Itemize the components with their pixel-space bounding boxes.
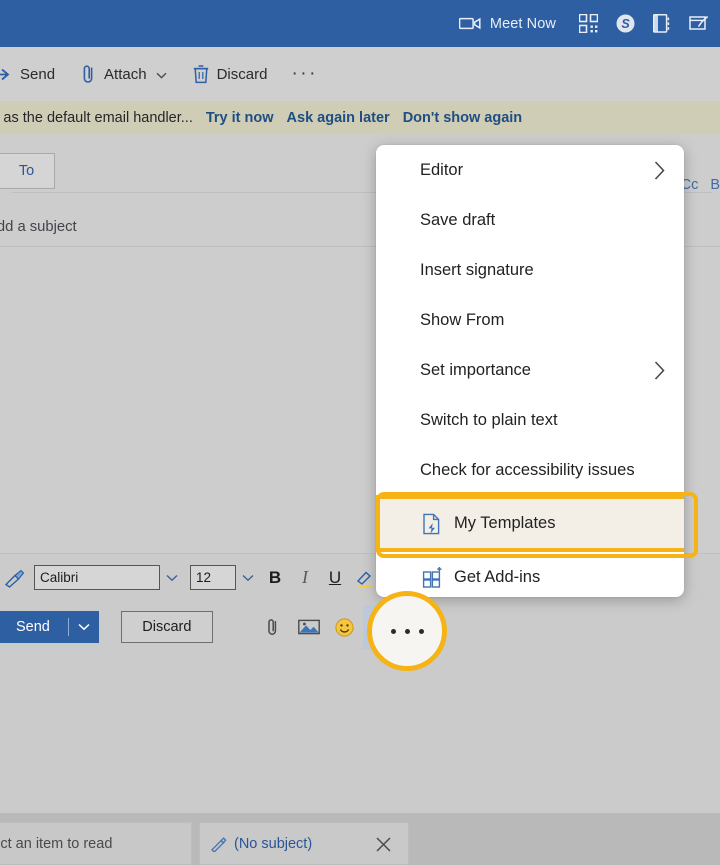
default-email-handler-notification: com as the default email handler... Try …: [0, 101, 720, 134]
close-icon[interactable]: [375, 836, 392, 858]
attach-command[interactable]: Attach: [68, 47, 180, 101]
discard-command-label: Discard: [216, 65, 268, 83]
menu-item-label: Save draft: [420, 210, 496, 229]
meet-now-label: Meet Now: [489, 15, 556, 32]
add-ins-grid-icon: [422, 552, 444, 597]
ellipsis-dot: [418, 628, 424, 634]
menu-item-show-from[interactable]: Show From: [376, 295, 684, 345]
send-command-label: Send: [20, 65, 56, 83]
reading-pane-placeholder: elect an item to read: [0, 822, 192, 865]
chevron-right-icon: [653, 145, 666, 195]
skype-button[interactable]: S: [607, 0, 644, 47]
ellipsis-dot: [404, 628, 410, 634]
send-command[interactable]: Send: [0, 47, 68, 101]
underline-button[interactable]: U: [320, 554, 350, 602]
menu-item-switch-to-plain-text[interactable]: Switch to plain text: [376, 395, 684, 445]
address-book-icon: [653, 14, 671, 33]
bold-button[interactable]: B: [260, 554, 290, 602]
send-action-row: Send Discard: [0, 601, 720, 653]
qr-code-button[interactable]: [570, 0, 607, 47]
svg-text:S: S: [621, 17, 630, 31]
more-options-focus-highlight[interactable]: [367, 591, 447, 671]
paperclip-icon: [81, 63, 96, 85]
qr-code-icon: [579, 14, 598, 33]
calendar-check-icon: [689, 14, 709, 33]
meet-now-button[interactable]: Meet Now: [450, 0, 570, 47]
font-size-chevron-down-icon[interactable]: [236, 574, 260, 582]
subject-placeholder: Add a subject: [0, 219, 77, 235]
italic-button[interactable]: I: [290, 554, 320, 602]
menu-item-label: My Templates: [454, 514, 556, 532]
menu-item-label: Show From: [420, 310, 505, 329]
more-commands-button[interactable]: ···: [280, 47, 328, 101]
try-it-now-link[interactable]: Try it now: [206, 110, 274, 126]
menu-item-insert-signature[interactable]: Insert signature: [376, 245, 684, 295]
compose-command-bar: Send Attach Discard ···: [0, 47, 720, 101]
chevron-right-icon: [653, 345, 666, 395]
reading-pane-text: elect an item to read: [0, 835, 113, 852]
skype-icon: S: [616, 14, 635, 33]
attach-file-icon[interactable]: [255, 605, 291, 649]
menu-item-editor[interactable]: Editor: [376, 145, 684, 195]
pencil-icon: [210, 835, 227, 852]
menu-item-label: Editor: [420, 160, 464, 179]
menu-item-label: Get Add-ins: [454, 567, 541, 586]
ellipsis-dot: [390, 628, 396, 634]
font-name-chevron-down-icon[interactable]: [160, 574, 184, 582]
format-painter-icon[interactable]: [0, 554, 30, 602]
send-arrow-icon: [0, 67, 12, 82]
notification-message: com as the default email handler...: [0, 109, 193, 126]
address-book-button[interactable]: [644, 0, 680, 47]
video-camera-icon: [458, 16, 481, 31]
menu-item-set-importance[interactable]: Set importance: [376, 345, 684, 395]
bcc-button[interactable]: B: [710, 177, 720, 193]
top-navigation-bar: Meet Now S: [0, 0, 720, 47]
insert-emoji-icon[interactable]: [327, 605, 363, 649]
menu-item-label: Check for accessibility issues: [420, 460, 635, 479]
menu-item-label: Set importance: [420, 360, 531, 379]
dont-show-again-link[interactable]: Don't show again: [403, 110, 522, 126]
draft-tab-title: (No subject): [234, 835, 313, 852]
outlook-compose-window: Meet Now S Send Attach Discard ··· as th…: [0, 0, 720, 865]
insert-picture-icon[interactable]: [291, 605, 327, 649]
menu-item-save-draft[interactable]: Save draft: [376, 195, 684, 245]
send-button-label: Send: [16, 619, 50, 635]
ask-again-later-link[interactable]: Ask again later: [287, 110, 390, 126]
menu-item-my-templates[interactable]: My Templates: [376, 495, 684, 552]
menu-item-get-add-ins[interactable]: Get Add-ins: [376, 552, 684, 597]
chevron-down-icon: [156, 66, 167, 83]
menu-item-label: Insert signature: [420, 260, 534, 279]
font-size-input[interactable]: 12: [190, 565, 236, 590]
lower-pane: [0, 653, 720, 813]
menu-item-check-accessibility[interactable]: Check for accessibility issues: [376, 445, 684, 495]
send-options-chevron-down-icon[interactable]: [69, 623, 99, 631]
font-name-input[interactable]: Calibri: [34, 565, 160, 590]
trash-icon: [193, 64, 209, 84]
discard-button[interactable]: Discard: [120, 611, 213, 643]
draft-taskbar-tab[interactable]: (No subject): [199, 822, 409, 865]
to-field-button[interactable]: To: [0, 152, 55, 189]
send-button[interactable]: Send: [0, 611, 99, 643]
menu-item-label: Switch to plain text: [420, 410, 558, 429]
discard-command[interactable]: Discard: [180, 47, 281, 101]
document-lightning-icon: [422, 499, 442, 549]
tasks-button[interactable]: [680, 0, 718, 47]
more-options-context-menu: Editor Save draft Insert signature Show …: [376, 145, 684, 597]
attach-command-label: Attach: [104, 65, 147, 83]
cc-bcc-group: Cc B: [681, 177, 720, 193]
